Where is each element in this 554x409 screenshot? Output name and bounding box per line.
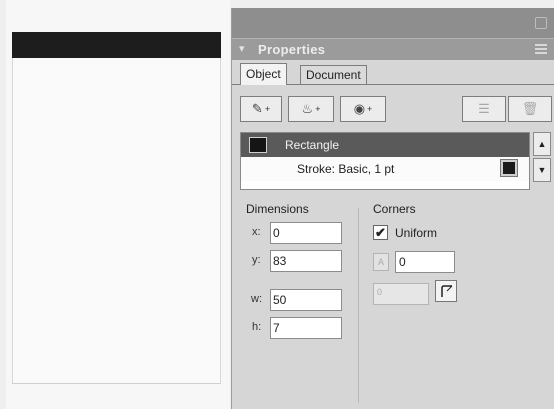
duplicate-attribute-button[interactable]: ☰ — [462, 96, 506, 122]
uniform-checkbox[interactable]: ✔ — [373, 225, 388, 240]
plus-icon: + — [264, 104, 271, 114]
delete-attribute-button[interactable]: 🗑 — [508, 96, 552, 122]
panel-close-icon[interactable] — [535, 17, 547, 29]
add-stroke-button[interactable]: ✎ + — [240, 96, 282, 122]
selected-rectangle-bar[interactable] — [12, 32, 221, 58]
arrow-down-icon: ▼ — [537, 165, 547, 175]
duplicate-icon: ☰ — [478, 101, 490, 116]
corner-shape-icon — [441, 285, 453, 297]
arrow-up-icon: ▲ — [537, 139, 547, 149]
stroke-color-swatch[interactable] — [500, 159, 518, 177]
x-label: x: — [252, 226, 261, 238]
h-field[interactable]: 7 — [270, 317, 342, 339]
effect-icon: ◉ — [353, 101, 366, 116]
panel-title: Properties — [258, 42, 326, 57]
tab-document[interactable]: Document — [300, 65, 367, 85]
object-toolbar: ✎ + ♨ + ◉ + ☰ 🗑 — [240, 96, 552, 122]
corner-style-button[interactable] — [435, 280, 457, 302]
app-stage: ▾ Properties Object Document ✎ + ♨ + ◉ +… — [0, 0, 554, 409]
list-scroll-down-button[interactable]: ▼ — [533, 158, 551, 182]
fill-swatch[interactable] — [249, 137, 267, 153]
corner-radius-secondary-field[interactable]: 0 — [373, 283, 429, 305]
corners-heading: Corners — [373, 202, 416, 216]
y-field[interactable]: 83 — [270, 250, 342, 272]
pen-icon: ✎ — [251, 101, 263, 116]
properties-panel: ▾ Properties Object Document ✎ + ♨ + ◉ +… — [231, 8, 554, 409]
collapse-arrow-icon[interactable]: ▾ — [239, 42, 245, 55]
list-item-stroke[interactable]: Stroke: Basic, 1 pt — [241, 157, 529, 181]
w-field[interactable]: 50 — [270, 289, 342, 311]
lock-icon[interactable]: A — [373, 253, 389, 271]
x-field[interactable]: 0 — [270, 222, 342, 244]
list-item-rectangle[interactable]: Rectangle — [241, 133, 529, 157]
tab-object[interactable]: Object — [240, 63, 287, 85]
attribute-list: Rectangle Stroke: Basic, 1 pt — [240, 132, 530, 190]
section-divider — [358, 208, 359, 403]
document-canvas[interactable] — [12, 58, 221, 383]
corner-radius-field[interactable]: 0 — [395, 251, 455, 273]
add-fill-button[interactable]: ♨ + — [288, 96, 334, 122]
dimensions-heading: Dimensions — [246, 202, 309, 216]
list-item-label: Stroke: Basic, 1 pt — [297, 162, 395, 176]
panel-title-bar[interactable]: ▾ Properties — [232, 38, 554, 60]
w-label: w: — [251, 293, 262, 305]
plus-icon: + — [367, 104, 373, 114]
panel-menu-icon[interactable] — [535, 44, 547, 55]
add-effect-button[interactable]: ◉ + — [340, 96, 386, 122]
y-label: y: — [252, 254, 261, 266]
canvas-bottom-edge — [12, 383, 221, 384]
panel-top-bar — [232, 8, 554, 38]
list-scroll-up-button[interactable]: ▲ — [533, 132, 551, 156]
uniform-label: Uniform — [395, 226, 438, 240]
h-label: h: — [252, 321, 262, 333]
fill-bucket-icon: ♨ — [301, 101, 314, 116]
trash-icon: 🗑 — [521, 101, 539, 116]
plus-icon: + — [315, 104, 321, 114]
list-item-label: Rectangle — [285, 138, 340, 152]
